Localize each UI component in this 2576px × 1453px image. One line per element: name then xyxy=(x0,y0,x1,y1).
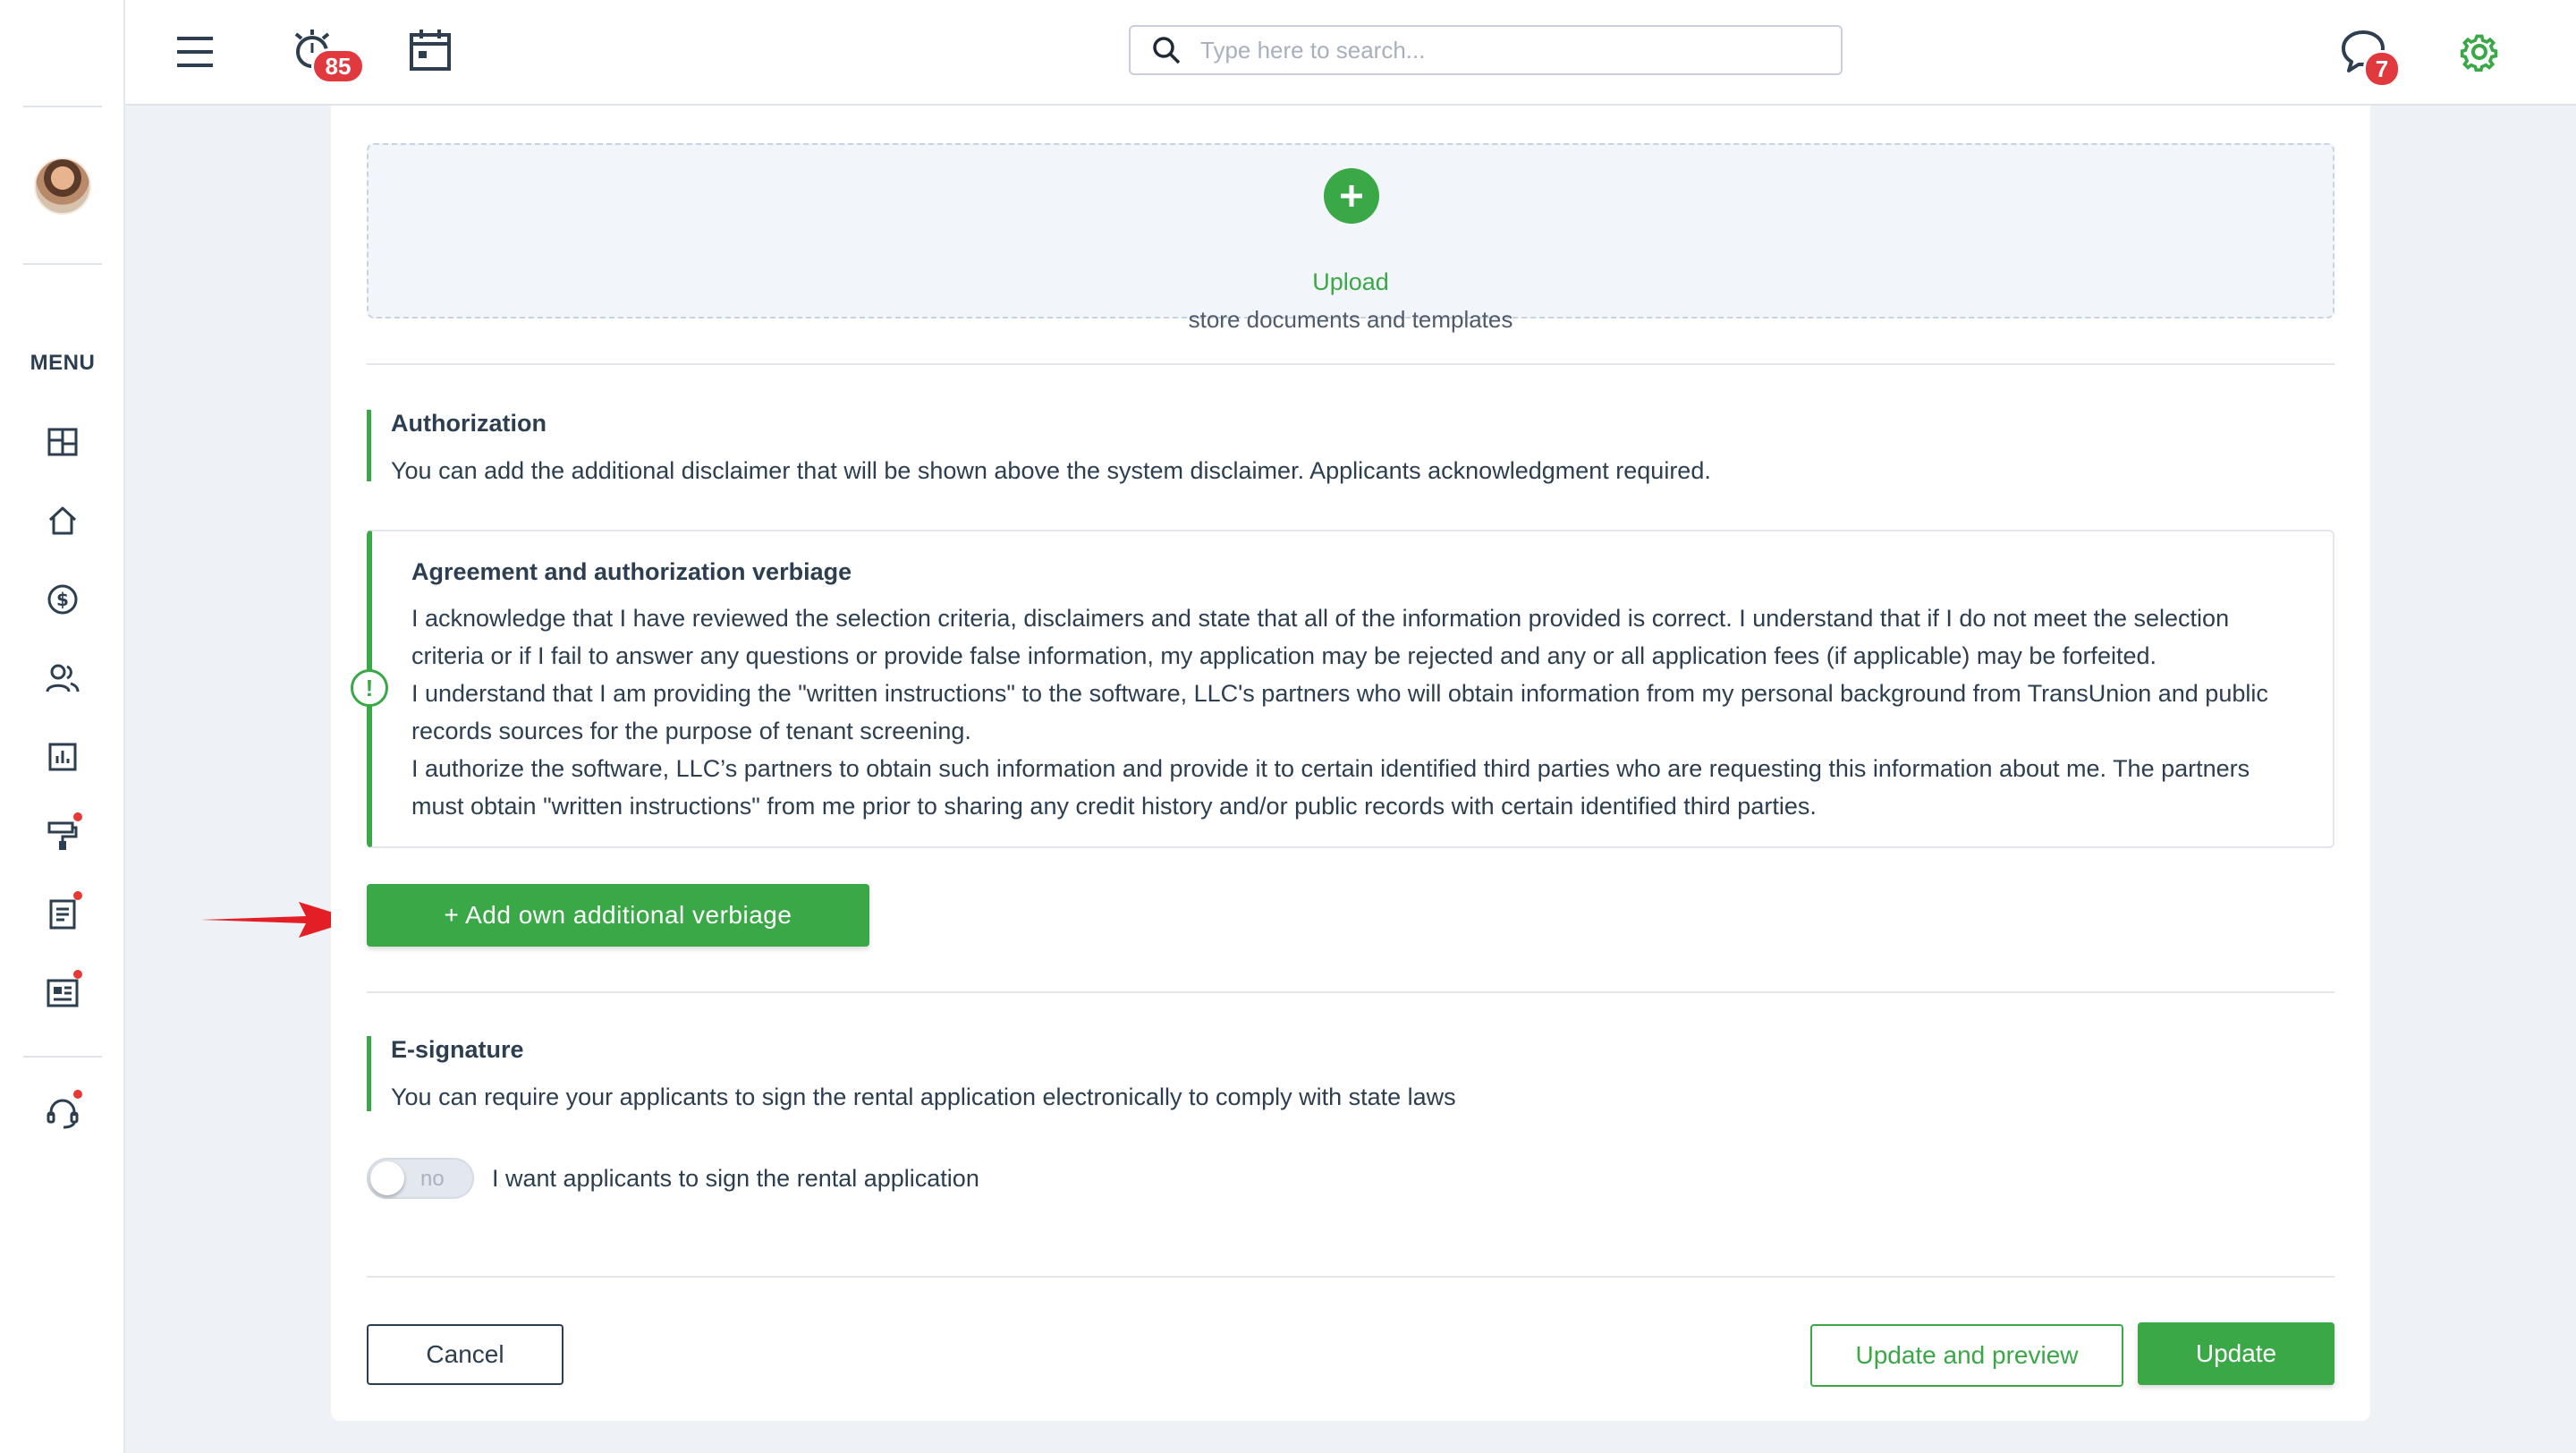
notification-dot xyxy=(73,970,82,979)
notifications-badge: 85 xyxy=(311,48,365,84)
sidebar-divider xyxy=(23,106,102,107)
settings-gear-icon[interactable] xyxy=(2454,27,2504,77)
verbiage-paragraph: I authorize the software, LLC’s partners… xyxy=(411,755,2250,820)
listings-icon[interactable] xyxy=(41,970,84,1015)
section-divider xyxy=(367,991,2334,993)
upload-dropzone[interactable]: Upload store documents and templates xyxy=(367,143,2334,333)
verbiage-box: ! Agreement and authorization verbiage I… xyxy=(351,530,2334,848)
settings-card: Upload store documents and templates Aut… xyxy=(331,106,2370,1421)
section-description: You can require your applicants to sign … xyxy=(391,1083,1456,1110)
reports-icon[interactable] xyxy=(41,735,84,778)
sidebar: MENU $ xyxy=(0,0,125,1453)
verbiage-text: I acknowledge that I have reviewed the s… xyxy=(411,599,2308,825)
upload-sublabel: store documents and templates xyxy=(1188,306,1513,333)
notification-dot xyxy=(73,1090,82,1099)
documents-icon[interactable] xyxy=(41,891,84,936)
verbiage-paragraph: I acknowledge that I have reviewed the s… xyxy=(411,605,2230,669)
sidebar-divider xyxy=(23,263,102,265)
exclamation-icon: ! xyxy=(351,669,388,707)
section-divider xyxy=(367,363,2334,365)
section-description: You can add the additional disclaimer th… xyxy=(391,457,1711,484)
verbiage-paragraph: I understand that I am providing the "wr… xyxy=(411,680,2268,744)
search-bar[interactable] xyxy=(1129,25,1843,75)
top-bar: 85 7 xyxy=(125,0,2576,106)
add-verbiage-button[interactable]: + Add own additional verbiage xyxy=(367,884,869,947)
section-divider xyxy=(367,1276,2334,1278)
dashboard-icon[interactable] xyxy=(41,421,84,463)
support-icon[interactable] xyxy=(41,1090,84,1134)
avatar[interactable] xyxy=(34,157,91,215)
search-input[interactable] xyxy=(1200,36,1809,64)
notification-dot xyxy=(73,891,82,900)
hamburger-menu-icon[interactable] xyxy=(170,27,220,77)
cancel-button[interactable]: Cancel xyxy=(367,1324,564,1385)
users-icon[interactable] xyxy=(41,657,84,700)
dollar-icon[interactable]: $ xyxy=(41,578,84,621)
messages-badge: 7 xyxy=(2363,50,2401,88)
maintenance-icon[interactable] xyxy=(41,812,84,857)
alarm-icon[interactable]: 85 xyxy=(286,23,365,84)
toggle-state: no xyxy=(420,1167,445,1191)
svg-text:$: $ xyxy=(56,589,69,610)
update-button[interactable]: Update xyxy=(2138,1322,2334,1385)
notification-dot xyxy=(73,812,82,821)
authorization-section-header: Authorization You can add the additional… xyxy=(367,410,1711,484)
update-and-preview-button[interactable]: Update and preview xyxy=(1810,1324,2123,1387)
upload-label: Upload xyxy=(1312,268,1389,295)
toggle-knob xyxy=(370,1161,404,1195)
sidebar-divider xyxy=(23,1056,102,1058)
search-icon xyxy=(1152,35,1182,65)
section-title: E-signature xyxy=(391,1036,524,1063)
esignature-toggle[interactable]: no xyxy=(367,1158,474,1199)
calendar-icon[interactable] xyxy=(406,25,454,75)
section-title: Authorization xyxy=(391,410,547,437)
menu-label: MENU xyxy=(30,351,96,375)
verbiage-title: Agreement and authorization verbiage xyxy=(411,558,852,585)
toggle-label: I want applicants to sign the rental app… xyxy=(492,1165,979,1192)
esignature-section-header: E-signature You can require your applica… xyxy=(367,1036,1456,1111)
add-circle-icon xyxy=(1324,168,1379,224)
home-icon[interactable] xyxy=(41,499,84,542)
messages-icon[interactable]: 7 xyxy=(2336,25,2401,88)
